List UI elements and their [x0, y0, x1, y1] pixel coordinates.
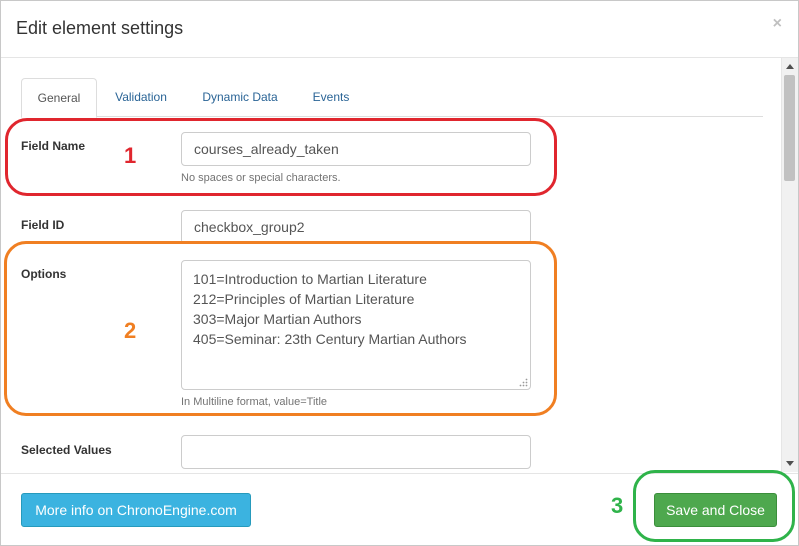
annotation-outline-2 — [4, 241, 557, 416]
scroll-thumb[interactable] — [784, 75, 795, 181]
field-id-input[interactable] — [181, 210, 531, 244]
more-info-button[interactable]: More info on ChronoEngine.com — [21, 493, 251, 527]
annotation-number-3: 3 — [611, 493, 624, 518]
selected-values-input[interactable] — [181, 435, 531, 469]
close-icon[interactable]: × — [773, 15, 782, 33]
tab-dynamic-data[interactable]: Dynamic Data — [191, 78, 289, 116]
annotation-outline-3 — [633, 470, 795, 542]
annotation-number-1: 1 — [124, 143, 137, 168]
dialog-header: Edit element settings × — [1, 1, 798, 58]
dialog-title: Edit element settings — [16, 18, 184, 38]
tab-general[interactable]: General — [21, 78, 97, 118]
tab-validation[interactable]: Validation — [105, 78, 177, 116]
annotation-outline-1 — [5, 118, 557, 196]
scroll-up-arrow-icon[interactable] — [786, 64, 794, 69]
tab-events[interactable]: Events — [305, 78, 357, 116]
annotation-number-2: 2 — [124, 318, 137, 343]
scroll-down-arrow-icon[interactable] — [786, 461, 794, 466]
tab-bar: General Validation Dynamic Data Events — [21, 78, 763, 118]
selected-values-label: Selected Values — [21, 443, 112, 457]
field-id-label: Field ID — [21, 218, 65, 232]
vertical-scrollbar[interactable] — [781, 58, 798, 472]
